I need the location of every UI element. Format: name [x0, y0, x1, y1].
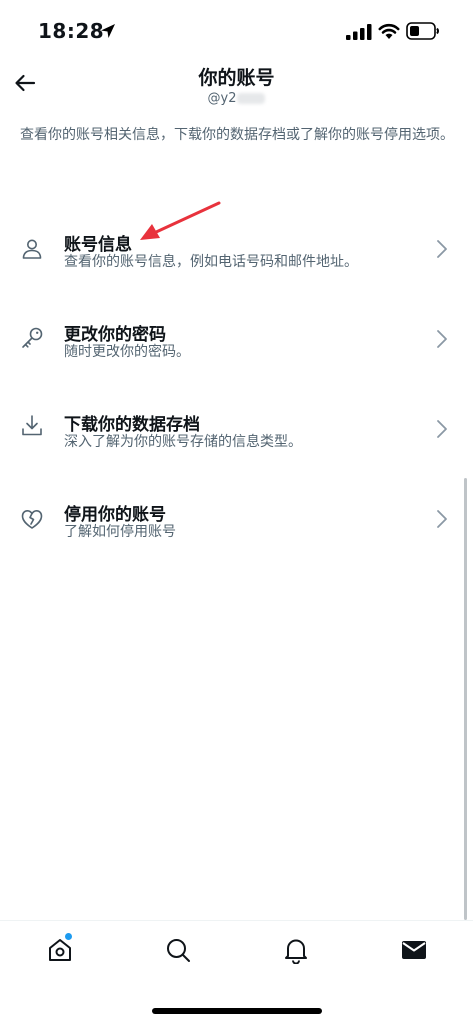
- menu-item-change-password[interactable]: 更改你的密码 随时更改你的密码。: [0, 314, 473, 386]
- redaction-blur: [237, 93, 266, 104]
- scrollbar[interactable]: [464, 478, 467, 920]
- nav-home-button[interactable]: [43, 933, 77, 967]
- wifi-icon: [378, 23, 400, 39]
- menu-item-subtitle: 随时更改你的密码。: [64, 344, 190, 360]
- menu-item-download-archive[interactable]: 下载你的数据存档 深入了解为你的账号存储的信息类型。: [0, 404, 473, 476]
- chevron-right-icon: [437, 510, 447, 528]
- home-icon: [49, 939, 71, 961]
- broken-heart-icon: [21, 510, 43, 529]
- location-arrow-icon: [101, 24, 115, 38]
- cellular-signal-icon: [346, 24, 372, 40]
- account-handle: @y2: [207, 91, 237, 106]
- nav-search-button[interactable]: [161, 933, 195, 967]
- status-time: 18:28: [38, 19, 105, 43]
- chevron-right-icon: [437, 240, 447, 258]
- menu-item-deactivate-account[interactable]: 停用你的账号 了解如何停用账号: [0, 494, 473, 566]
- home-indicator: [152, 1008, 322, 1014]
- page-description: 查看你的账号相关信息，下载你的数据存档或了解你的账号停用选项。: [20, 127, 454, 143]
- bottom-navigation: [0, 920, 473, 985]
- mail-icon: [402, 941, 426, 959]
- chevron-right-icon: [437, 330, 447, 348]
- status-bar: 18:28: [0, 0, 473, 60]
- bell-icon: [285, 939, 307, 964]
- battery-icon: [406, 22, 439, 40]
- download-icon: [22, 415, 42, 436]
- person-icon: [22, 239, 42, 259]
- annotation-arrow-icon: [140, 201, 221, 240]
- nav-messages-button[interactable]: [397, 933, 431, 967]
- key-icon: [22, 327, 43, 348]
- nav-notifications-button[interactable]: [279, 933, 313, 967]
- menu-item-subtitle: 了解如何停用账号: [64, 524, 176, 540]
- menu-item-account-info[interactable]: 账号信息 查看你的账号信息，例如电话号码和邮件地址。: [0, 224, 473, 296]
- search-icon: [167, 939, 190, 962]
- account-handle-row: @y2: [0, 91, 473, 106]
- page-header: 你的账号 @y2: [0, 60, 473, 120]
- menu-item-subtitle: 查看你的账号信息，例如电话号码和邮件地址。: [64, 254, 358, 270]
- menu-item-subtitle: 深入了解为你的账号存储的信息类型。: [64, 434, 302, 450]
- chevron-right-icon: [437, 420, 447, 438]
- page-title: 你的账号: [198, 67, 275, 89]
- notification-dot: [65, 933, 72, 940]
